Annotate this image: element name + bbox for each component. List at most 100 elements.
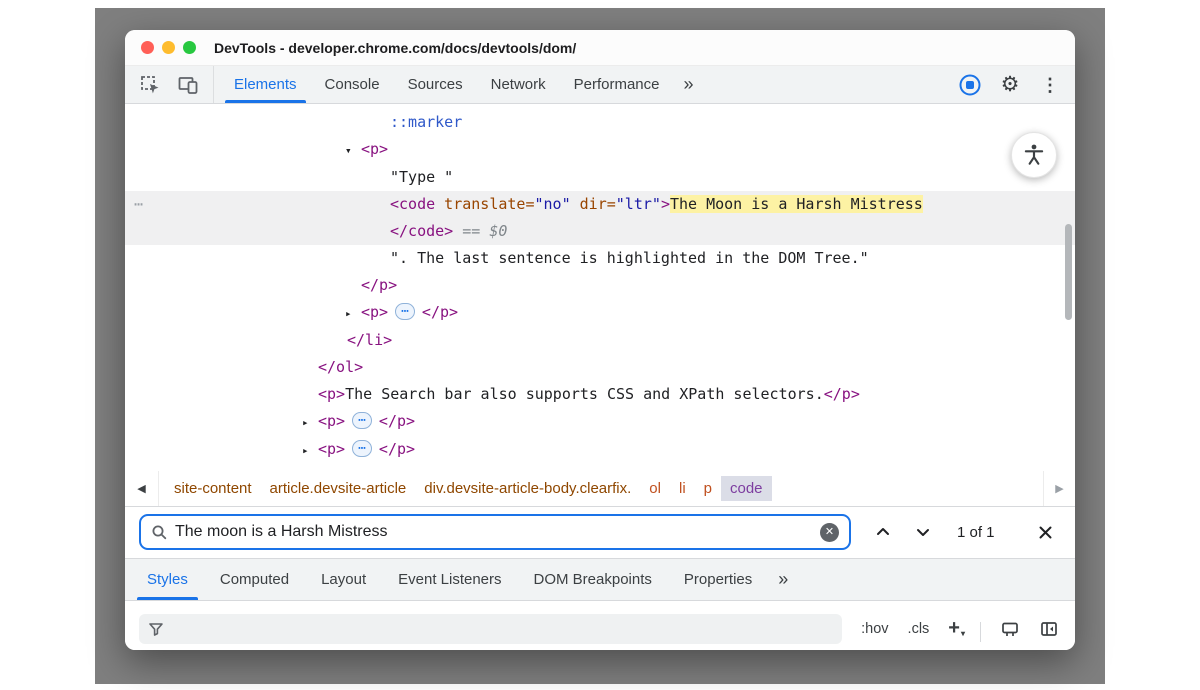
minimize-window-button[interactable] [162, 41, 175, 54]
breadcrumb-item-site-content[interactable]: site-content [165, 476, 261, 501]
toggle-device-toolbar-icon[interactable] [175, 72, 201, 98]
next-match-button[interactable] [915, 524, 931, 540]
inline-expand-button[interactable]: ⋯ [395, 303, 415, 320]
tab-network[interactable]: Network [477, 66, 560, 103]
tab-performance[interactable]: Performance [560, 66, 674, 103]
dom-tree-line[interactable]: </code> == $0 [125, 218, 1075, 245]
match-count-label: 1 of 1 [957, 524, 995, 541]
breadcrumb-item-li[interactable]: li [670, 476, 695, 501]
tab-properties[interactable]: Properties [668, 559, 768, 600]
styles-pane-toolbar: :hov .cls +▾ [125, 601, 1075, 651]
inline-expand-button[interactable]: ⋯ [352, 412, 372, 429]
breadcrumb-scroll-left-button[interactable]: ◀ [125, 471, 159, 506]
breadcrumb-item-article-devsite-article[interactable]: article.devsite-article [261, 476, 416, 501]
dom-token-tag: </ol> [318, 358, 363, 376]
dom-tree-line[interactable]: ▾<p> [125, 136, 1075, 164]
window-title: DevTools - developer.chrome.com/docs/dev… [214, 40, 576, 56]
more-sidebar-tabs-button[interactable]: » [768, 559, 798, 600]
guide-dots-icon: ⋯ [134, 191, 144, 218]
dom-token-val: "ltr" [616, 195, 661, 213]
dom-token-gray: == [453, 222, 489, 240]
dom-tree-line[interactable]: ▸<p>⋯</p> [125, 436, 1075, 464]
close-window-button[interactable] [141, 41, 154, 54]
chevron-up-icon [875, 524, 891, 540]
panel-tab-strip: ElementsConsoleSourcesNetworkPerformance [220, 66, 674, 103]
dom-tree-line[interactable]: ▸<p>⋯</p> [125, 408, 1075, 436]
dom-token-tag: <p> [361, 140, 388, 158]
dom-token-tag: </li> [347, 331, 392, 349]
breadcrumb-item-div-devsite-article-body-clearfix[interactable]: div.devsite-article-body.clearfix. [415, 476, 640, 501]
element-classes-button[interactable]: .cls [908, 614, 930, 644]
devtools-toolbar: ElementsConsoleSourcesNetworkPerformance… [125, 66, 1075, 104]
tab-computed[interactable]: Computed [204, 559, 305, 600]
dom-tree-line[interactable]: </ol> [125, 354, 1075, 381]
accessibility-button[interactable] [1011, 132, 1057, 178]
dom-tree-line[interactable]: ▸<p>⋯</p> [125, 299, 1075, 327]
sidebar-tab-bar: StylesComputedLayoutEvent ListenersDOM B… [125, 559, 1075, 601]
breadcrumb-item-p[interactable]: p [695, 476, 721, 501]
dom-tree-line[interactable]: </li> [125, 327, 1075, 354]
dom-token-pseudo: ::marker [390, 113, 462, 131]
previous-match-button[interactable] [875, 524, 891, 540]
clear-search-icon[interactable]: ✕ [820, 523, 839, 542]
dom-token-tag: </p> [361, 276, 397, 294]
tab-styles[interactable]: Styles [131, 559, 204, 600]
search-icon [151, 524, 168, 541]
dom-token-dollar: $0 [489, 222, 507, 240]
search-box[interactable]: ✕ [139, 514, 851, 550]
filter-funnel-icon [148, 621, 164, 637]
expand-arrow-icon[interactable]: ▸ [302, 409, 318, 436]
dom-token-tag: <p> [318, 440, 345, 458]
more-panels-button[interactable]: » [674, 66, 704, 103]
chevron-down-icon [915, 524, 931, 540]
dom-token-tag: <code [390, 195, 435, 213]
titlebar: DevTools - developer.chrome.com/docs/dev… [125, 30, 1075, 66]
zoom-window-button[interactable] [183, 41, 196, 54]
expand-arrow-icon[interactable]: ▾ [345, 137, 361, 164]
dom-tree-line[interactable]: <p>The Search bar also supports CSS and … [125, 381, 1075, 408]
dom-tree-lines: ::marker▾<p>"Type "⋯<code translate="no"… [125, 109, 1075, 464]
inline-expand-button[interactable]: ⋯ [352, 440, 372, 457]
styles-tab-strip: StylesComputedLayoutEvent ListenersDOM B… [131, 559, 768, 600]
plus-dropdown-caret-icon: ▾ [961, 629, 965, 638]
close-search-button[interactable] [1038, 525, 1053, 540]
toolbar-left-icons [125, 66, 214, 103]
breadcrumb-item-code[interactable]: code [721, 476, 772, 501]
tab-dom-breakpoints[interactable]: DOM Breakpoints [518, 559, 668, 600]
dom-token-tag: </p> [422, 303, 458, 321]
tab-elements[interactable]: Elements [220, 66, 311, 103]
elements-panel-dom-tree: ::marker▾<p>"Type "⋯<code translate="no"… [125, 104, 1075, 471]
tab-console[interactable]: Console [311, 66, 394, 103]
expand-arrow-icon[interactable]: ▸ [302, 437, 318, 464]
rendering-emulation-icon[interactable] [1000, 614, 1020, 644]
new-style-rule-button[interactable]: +▾ [948, 614, 964, 644]
toggle-sidebar-panel-icon[interactable] [1039, 614, 1059, 644]
breadcrumb-scroll-right-button[interactable]: ▶ [1043, 471, 1075, 506]
inspect-element-icon[interactable] [137, 72, 163, 98]
dom-tree-line[interactable]: ". The last sentence is highlighted in t… [125, 245, 1075, 272]
extension-icon[interactable] [957, 72, 983, 98]
dom-tree-line[interactable]: "Type " [125, 164, 1075, 191]
dom-token-attr: translate= [435, 195, 534, 213]
dom-tree-line[interactable]: </p> [125, 272, 1075, 299]
expand-arrow-icon[interactable]: ▸ [345, 300, 361, 327]
kebab-menu-icon[interactable]: ⋮ [1037, 72, 1063, 98]
vertical-scrollbar[interactable] [1065, 224, 1072, 320]
search-input[interactable] [175, 523, 820, 541]
toolbar-divider [980, 622, 981, 642]
toggle-element-state-button[interactable]: :hov [861, 614, 888, 644]
styles-filter-input[interactable] [139, 614, 842, 644]
close-icon [1038, 525, 1053, 540]
dom-token-tag: <p> [318, 412, 345, 430]
tab-layout[interactable]: Layout [305, 559, 382, 600]
breadcrumb-item-ol[interactable]: ol [640, 476, 670, 501]
dom-token-tag: </code> [390, 222, 453, 240]
tab-event-listeners[interactable]: Event Listeners [382, 559, 517, 600]
breadcrumb-items: site-contentarticle.devsite-articlediv.d… [159, 476, 772, 501]
settings-gear-icon[interactable]: ⚙ [997, 72, 1023, 98]
devtools-window: DevTools - developer.chrome.com/docs/dev… [125, 30, 1075, 650]
dom-tree-line[interactable]: ⋯<code translate="no" dir="ltr">The Moon… [125, 191, 1075, 218]
dom-token-val: "no" [535, 195, 571, 213]
tab-sources[interactable]: Sources [394, 66, 477, 103]
dom-tree-line[interactable]: ::marker [125, 109, 1075, 136]
